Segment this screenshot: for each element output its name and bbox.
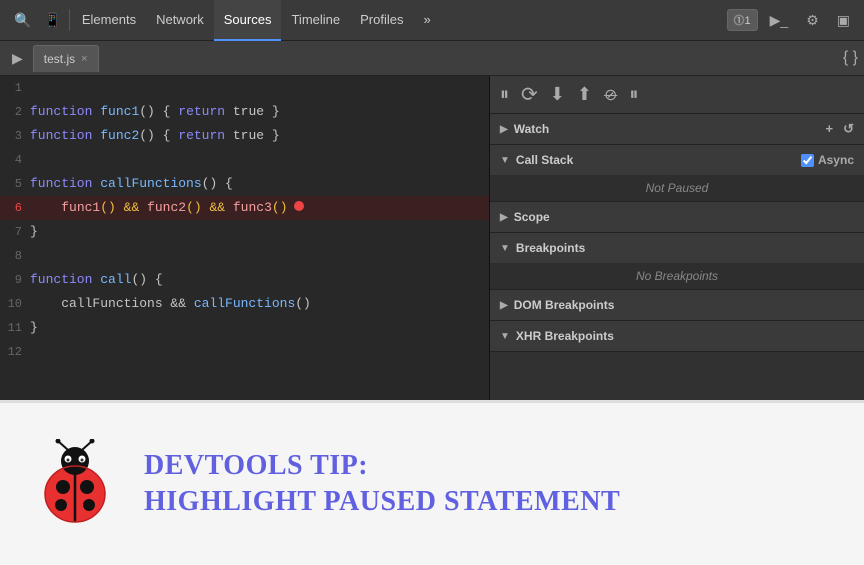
breakpoints-arrow: ▼ bbox=[500, 243, 510, 254]
watch-refresh-button[interactable]: ↺ bbox=[843, 121, 854, 137]
table-row: 3 function func2() { return true } bbox=[0, 124, 489, 148]
table-row: 9 function call() { bbox=[0, 268, 489, 292]
play-icon[interactable]: ▶ bbox=[6, 50, 29, 67]
mobile-icon[interactable]: 📱 bbox=[37, 12, 66, 29]
breakpoints-header[interactable]: ▼ Breakpoints bbox=[490, 233, 864, 263]
step-into-button[interactable]: ⬇ bbox=[550, 84, 565, 105]
format-icon[interactable]: { } bbox=[843, 49, 858, 67]
watch-add-button[interactable]: + bbox=[826, 121, 834, 137]
watch-arrow: ▶ bbox=[500, 124, 508, 135]
watch-section: ▶ Watch + ↺ bbox=[490, 114, 864, 145]
tip-section: DevTools Tip: Highlight Paused Statement bbox=[0, 400, 864, 565]
ladybug-icon bbox=[30, 439, 120, 529]
dom-breakpoints-label: DOM Breakpoints bbox=[514, 298, 615, 312]
step-over-button[interactable]: ⟳ bbox=[521, 82, 538, 107]
settings-icon[interactable]: ⚙ bbox=[800, 12, 825, 29]
tip-text: DevTools Tip: Highlight Paused Statement bbox=[144, 450, 620, 518]
src-toolbar-icons: { } bbox=[843, 49, 858, 67]
call-stack-arrow: ▼ bbox=[500, 155, 510, 166]
table-row: 2 function func1() { return true } bbox=[0, 100, 489, 124]
tab-profiles[interactable]: Profiles bbox=[350, 0, 413, 41]
async-badge: Async bbox=[801, 153, 854, 167]
watch-actions: + ↺ bbox=[826, 121, 855, 137]
table-row: 1 bbox=[0, 76, 489, 100]
debug-toolbar: ⏸ ⟳ ⬇ ⬆ ⊘ ⏸ bbox=[490, 76, 864, 114]
xhr-breakpoints-arrow: ▼ bbox=[500, 331, 510, 342]
scope-section: ▶ Scope bbox=[490, 202, 864, 233]
watch-header[interactable]: ▶ Watch + ↺ bbox=[490, 114, 864, 144]
dom-breakpoints-section: ▶ DOM Breakpoints bbox=[490, 290, 864, 321]
sources-toolbar: ▶ test.js × { } bbox=[0, 41, 864, 76]
xhr-breakpoints-header[interactable]: ▼ XHR Breakpoints bbox=[490, 321, 864, 351]
search-icon[interactable]: 🔍 bbox=[8, 12, 37, 29]
table-row: 7 } bbox=[0, 220, 489, 244]
breakpoints-section: ▼ Breakpoints No Breakpoints bbox=[490, 233, 864, 290]
call-stack-status: Not Paused bbox=[646, 181, 709, 195]
file-tab[interactable]: test.js × bbox=[33, 45, 99, 72]
table-row: 11 } bbox=[0, 316, 489, 340]
separator bbox=[69, 9, 70, 31]
toolbar-right: ⓵1 ▶_ ⚙ ▣ bbox=[727, 9, 856, 31]
breakpoints-label: Breakpoints bbox=[516, 241, 585, 255]
file-tab-label: test.js bbox=[44, 52, 75, 66]
tab-timeline[interactable]: Timeline bbox=[281, 0, 350, 41]
table-row: 4 bbox=[0, 148, 489, 172]
xhr-breakpoints-label: XHR Breakpoints bbox=[516, 329, 614, 343]
deactivate-button[interactable]: ⊘ bbox=[604, 85, 617, 105]
call-stack-label: Call Stack bbox=[516, 153, 573, 167]
scope-header[interactable]: ▶ Scope bbox=[490, 202, 864, 232]
dom-breakpoints-header[interactable]: ▶ DOM Breakpoints bbox=[490, 290, 864, 320]
file-tab-close[interactable]: × bbox=[81, 53, 87, 65]
breakpoints-status: No Breakpoints bbox=[636, 269, 718, 283]
main-area: 1 2 function func1() { return true } 3 f… bbox=[0, 76, 864, 400]
table-row: 8 bbox=[0, 244, 489, 268]
tip-subtitle: Highlight Paused Statement bbox=[144, 486, 620, 518]
code-lines: 1 2 function func1() { return true } 3 f… bbox=[0, 76, 489, 364]
async-label: Async bbox=[818, 153, 854, 167]
xhr-breakpoints-section: ▼ XHR Breakpoints bbox=[490, 321, 864, 352]
call-stack-header[interactable]: ▼ Call Stack Async bbox=[490, 145, 864, 175]
tab-network[interactable]: Network bbox=[146, 0, 214, 41]
tab-more[interactable]: » bbox=[413, 0, 440, 41]
step-out-button[interactable]: ⬆ bbox=[577, 84, 592, 105]
pause-button[interactable]: ⏸ bbox=[500, 84, 509, 105]
top-toolbar: 🔍 📱 Elements Network Sources Timeline Pr… bbox=[0, 0, 864, 41]
scope-label: Scope bbox=[514, 210, 550, 224]
table-row: 5 function callFunctions() { bbox=[0, 172, 489, 196]
scope-arrow: ▶ bbox=[500, 212, 508, 223]
tab-sources[interactable]: Sources bbox=[214, 0, 282, 41]
breakpoint-badge: ⓵1 bbox=[727, 9, 758, 31]
async-checkbox[interactable] bbox=[801, 154, 814, 167]
call-stack-content: Not Paused bbox=[490, 175, 864, 201]
code-editor[interactable]: 1 2 function func1() { return true } 3 f… bbox=[0, 76, 490, 400]
resume-button[interactable]: ⏸ bbox=[629, 84, 638, 105]
table-row: 10 callFunctions && callFunctions() bbox=[0, 292, 489, 316]
watch-label: Watch bbox=[514, 122, 550, 136]
tab-elements[interactable]: Elements bbox=[72, 0, 146, 41]
breakpoints-content: No Breakpoints bbox=[490, 263, 864, 289]
tip-title: DevTools Tip: bbox=[144, 450, 620, 482]
error-dot bbox=[294, 201, 304, 211]
table-row: 12 bbox=[0, 340, 489, 364]
call-stack-section: ▼ Call Stack Async Not Paused bbox=[490, 145, 864, 202]
table-row: 6 func1() && func2() && func3() bbox=[0, 196, 489, 220]
dock-icon[interactable]: ▣ bbox=[831, 12, 856, 29]
right-panel: ⏸ ⟳ ⬇ ⬆ ⊘ ⏸ ▶ Watch + ↺ ▼ Call Stack bbox=[490, 76, 864, 400]
dom-breakpoints-arrow: ▶ bbox=[500, 300, 508, 311]
console-icon[interactable]: ▶_ bbox=[764, 12, 795, 29]
